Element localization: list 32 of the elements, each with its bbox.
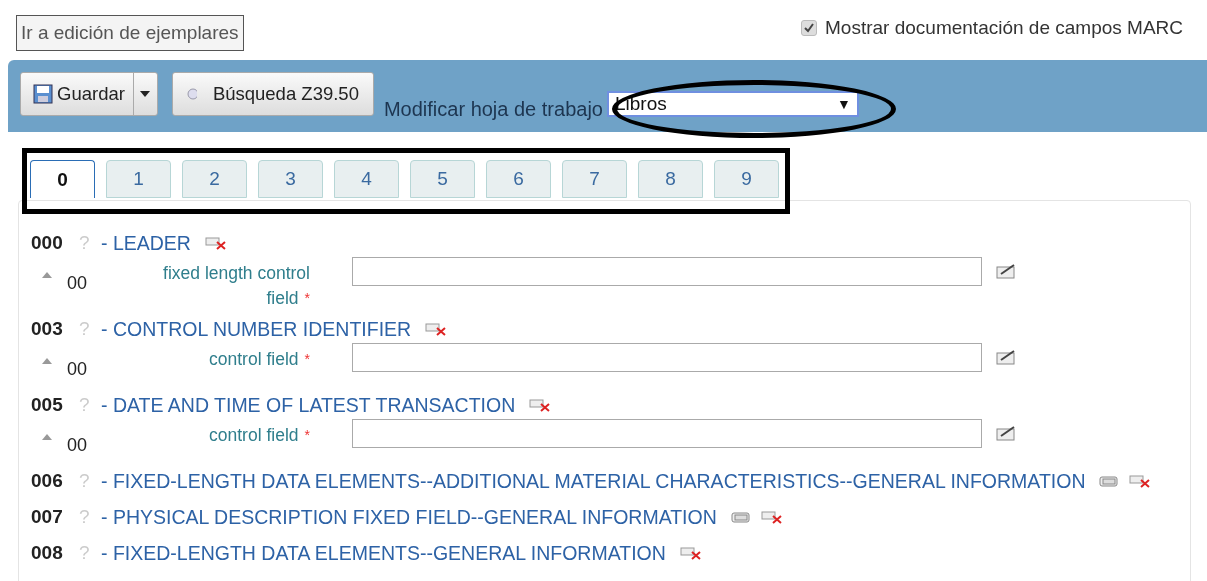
field-title[interactable]: - FIXED-LENGTH DATA ELEMENTS--GENERAL INFORMATION <box>101 541 666 565</box>
field-title[interactable]: - PHYSICAL DESCRIPTION FIXED FIELD--GENERAL INFORMATION <box>101 505 717 529</box>
tab[interactable]: 6 <box>486 160 551 198</box>
field-tag: 007 <box>31 506 79 528</box>
field-title[interactable]: - CONTROL NUMBER IDENTIFIER <box>101 317 412 341</box>
subfield-label: control field * <box>208 424 310 447</box>
tab[interactable]: 4 <box>334 160 399 198</box>
tab[interactable]: 8 <box>638 160 703 198</box>
field-tag: 006 <box>31 470 79 492</box>
field-tag: 003 <box>31 318 79 340</box>
field-title[interactable]: - DATE AND TIME OF LATEST TRANSACTION <box>101 393 516 417</box>
tab[interactable]: 2 <box>182 160 247 198</box>
sheet-label: Modificar hoja de trabajo <box>383 97 603 121</box>
edit-items-button[interactable]: Ir a edición de ejemplares <box>16 15 244 51</box>
field-tag: 000 <box>31 232 79 254</box>
field-title[interactable]: - FIXED-LENGTH DATA ELEMENTS--ADDITIONAL MATERIAL CHARACTERISTICS--GENERAL INFORMATION <box>101 469 1086 493</box>
z3950-search-button[interactable]: Búsqueda Z39.50 <box>171 72 374 116</box>
tab[interactable]: 1 <box>106 160 171 198</box>
subfield-code: 00 <box>67 359 89 380</box>
subfield-label: fixed length control field * <box>162 262 310 310</box>
tab[interactable]: 5 <box>410 160 475 198</box>
tab[interactable]: 0 <box>30 160 95 198</box>
tab[interactable]: 3 <box>258 160 323 198</box>
tab[interactable]: 9 <box>714 160 779 198</box>
field-title[interactable]: - LEADER <box>101 231 191 255</box>
field-tag: 005 <box>31 394 79 416</box>
tab[interactable]: 7 <box>562 160 627 198</box>
subfield-label: control field * <box>208 348 310 371</box>
field-tag: 008 <box>31 542 79 564</box>
checkbox-label: Mostrar documentación de campos MARC <box>825 17 1183 39</box>
subfield-code: 00 <box>67 435 89 456</box>
subfield-code: 00 <box>67 273 89 294</box>
